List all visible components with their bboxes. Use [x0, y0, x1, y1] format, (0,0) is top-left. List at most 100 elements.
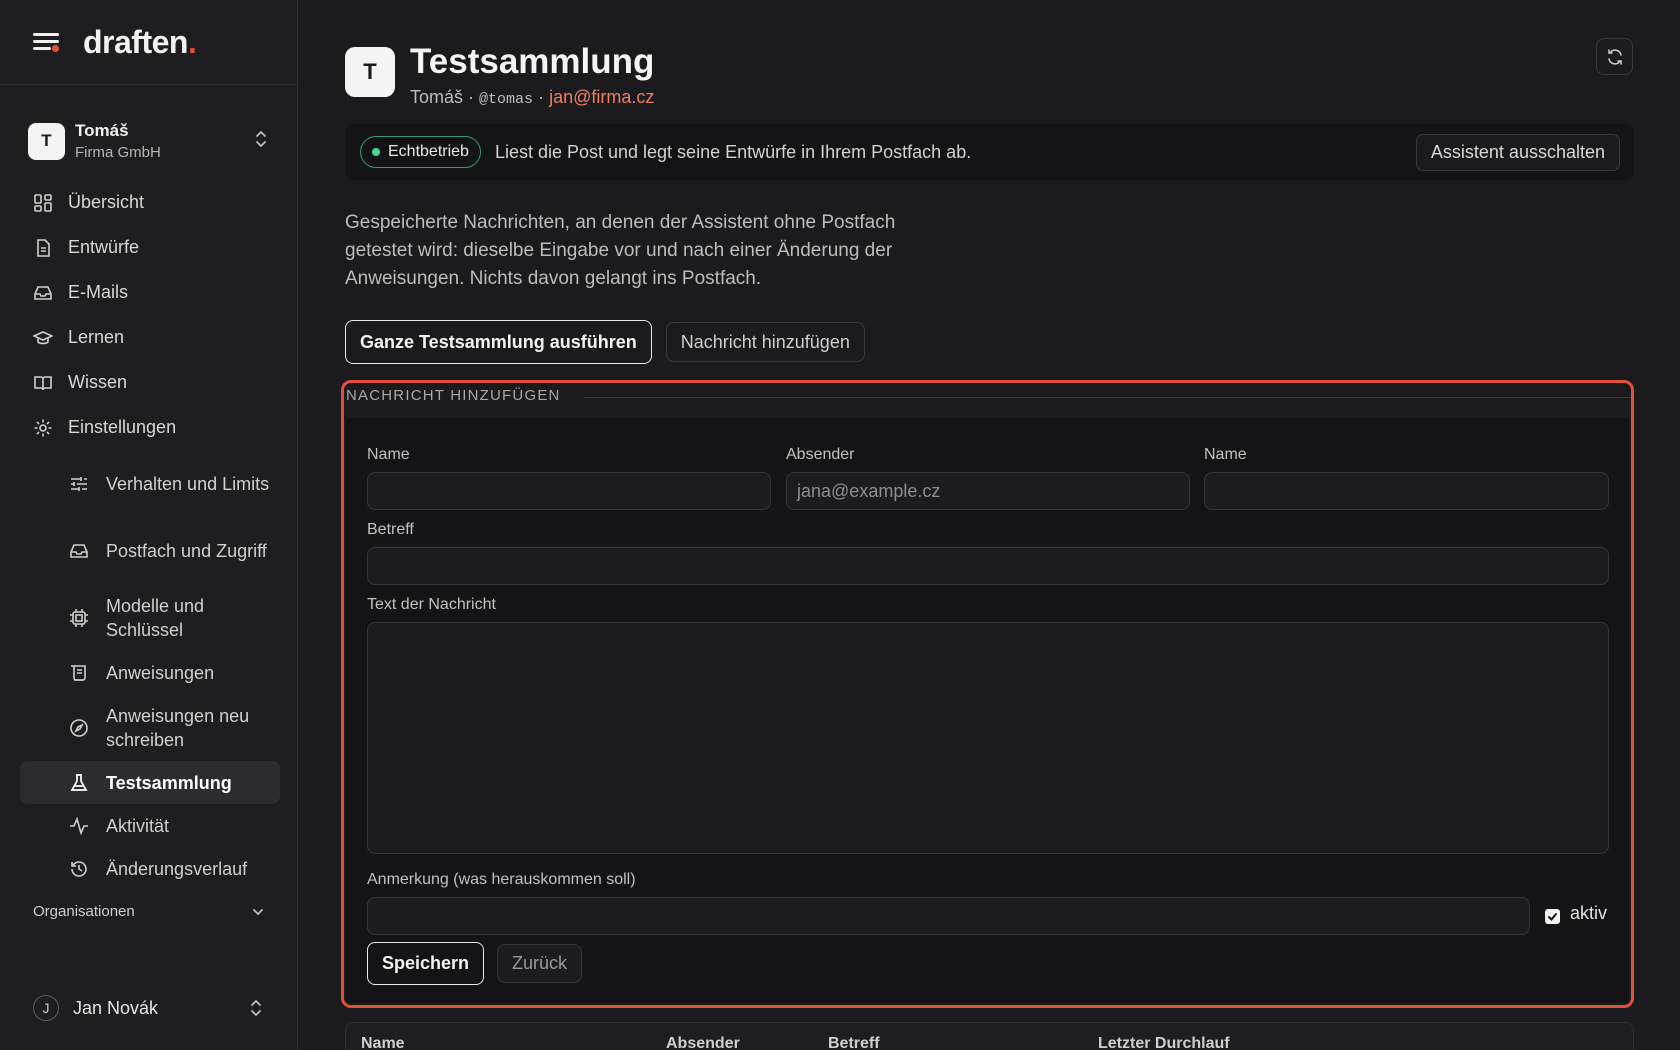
disable-assistant-button[interactable]: Assistent ausschalten: [1415, 134, 1620, 171]
nav-item-uebersicht[interactable]: Übersicht: [20, 180, 280, 225]
messages-table-header: Name Absender Betreff Letzter Durchlauf: [345, 1022, 1634, 1050]
nav-item-entwuerfe[interactable]: Entwürfe: [20, 225, 280, 270]
nav-item-label: Einstellungen: [68, 417, 177, 437]
logo: draften.: [83, 23, 197, 60]
nav-item-einstellungen[interactable]: Einstellungen: [20, 405, 280, 450]
document-icon: [32, 237, 54, 259]
column-header-name[interactable]: Name: [361, 1035, 405, 1050]
name-label: Name: [367, 446, 410, 463]
sender-label: Absender: [786, 446, 855, 463]
sidebar-item-label: Aktivität: [106, 815, 170, 836]
add-message-button[interactable]: Nachricht hinzufügen: [665, 322, 865, 362]
scroll-icon: [68, 662, 90, 684]
status-bar: Echtbetrieb Liest die Post und legt sein…: [345, 124, 1634, 180]
nav-item-wissen[interactable]: Wissen: [20, 360, 280, 405]
column-header-sender[interactable]: Absender: [666, 1035, 740, 1050]
sidebar-item-label: Modelle und Schlüssel: [106, 595, 205, 640]
account-avatar: T: [28, 122, 65, 160]
separator: ·: [538, 87, 545, 107]
sidebar: draften. T Tomáš Firma GmbH Übersicht En…: [0, 0, 298, 1050]
inbox-icon: [32, 282, 54, 304]
sidebar-item-modelle[interactable]: Modelle und Schlüssel: [20, 584, 280, 651]
nav-item-label: Entwürfe: [68, 237, 140, 257]
user-menu[interactable]: J Jan Novák: [33, 993, 265, 1023]
status-text: Liest die Post und legt seine Entwürfe i…: [494, 141, 972, 162]
sidebar-item-testsammlung[interactable]: Testsammlung: [20, 761, 280, 804]
account-switcher[interactable]: T Tomáš Firma GmbH: [28, 117, 270, 165]
main-nav: Übersicht Entwürfe E-Mails Lernen Wissen…: [20, 180, 280, 890]
chevron-updown-icon: [251, 1000, 261, 1016]
user-avatar: J: [33, 995, 59, 1021]
page-header: T Testsammlung Tomáš · @tomas · jan@firm…: [345, 42, 654, 108]
checkmark-icon: [1548, 913, 1557, 921]
account-name: Tomáš: [75, 121, 129, 140]
sidebar-item-label: Postfach und Zugriff: [106, 540, 267, 561]
active-checkbox[interactable]: [1545, 909, 1560, 924]
activity-icon: [68, 815, 90, 837]
save-button[interactable]: Speichern: [367, 942, 485, 985]
sidebar-item-label: Verhalten und Limits: [106, 473, 270, 494]
nav-item-label: E-Mails: [68, 282, 129, 302]
subject-label: Betreff: [367, 521, 414, 538]
column-header-subject[interactable]: Betreff: [828, 1035, 880, 1050]
user-handle: @tomas: [479, 91, 534, 108]
separator: ·: [468, 87, 475, 107]
nav-item-emails[interactable]: E-Mails: [20, 270, 280, 315]
sender-input[interactable]: jana@example.cz: [786, 472, 1190, 510]
history-icon: [68, 858, 90, 880]
owner-name: Tomáš: [410, 87, 464, 107]
email-link[interactable]: jan@firma.cz: [549, 87, 654, 107]
add-message-form: NACHRICHT HINZUFÜGEN Name Absender jana@…: [341, 380, 1634, 1008]
nav-item-lernen[interactable]: Lernen: [20, 315, 280, 360]
sidebar-item-label: Änderungsverlauf: [106, 858, 248, 879]
sidebar-item-label: Anweisungen neu schreiben: [106, 705, 250, 750]
account-org: Firma GmbH: [75, 144, 161, 161]
organisations-label: Organisationen: [33, 903, 135, 920]
sidebar-item-label: Anweisungen: [106, 662, 215, 683]
dashboard-icon: [32, 192, 54, 214]
sidebar-item-anweisungen[interactable]: Anweisungen: [20, 651, 280, 694]
menu-icon[interactable]: [33, 32, 59, 52]
sidebar-item-aenderungsverlauf[interactable]: Änderungsverlauf: [20, 847, 280, 890]
compass-icon: [68, 717, 90, 739]
note-input[interactable]: [367, 897, 1530, 935]
sidebar-item-verhalten[interactable]: Verhalten und Limits: [20, 450, 280, 517]
status-badge: Echtbetrieb: [360, 136, 481, 168]
sliders-icon: [68, 473, 90, 495]
graduation-cap-icon: [32, 327, 54, 349]
sidebar-item-postfach[interactable]: Postfach und Zugriff: [20, 517, 280, 584]
brand-bar: draften.: [0, 0, 297, 85]
refresh-icon: [1607, 48, 1622, 65]
run-suite-button[interactable]: Ganze Testsammlung ausführen: [345, 320, 652, 364]
flask-icon: [68, 772, 90, 794]
note-label: Anmerkung (was herauskommen soll): [367, 871, 636, 888]
back-button[interactable]: Zurück: [497, 944, 583, 983]
column-header-last-run[interactable]: Letzter Durchlauf: [1098, 1035, 1230, 1050]
organisations-toggle[interactable]: Organisationen: [33, 903, 265, 920]
refresh-button[interactable]: [1596, 38, 1633, 75]
chevron-updown-icon: [256, 131, 266, 147]
active-label: aktiv: [1570, 903, 1608, 923]
form-body: Name Absender jana@example.cz Name Betre…: [346, 418, 1629, 1003]
nav-item-label: Lernen: [68, 327, 125, 347]
intro-text: Gespeicherte Nachrichten, an denen der A…: [345, 212, 896, 289]
form-legend: NACHRICHT HINZUFÜGEN: [346, 387, 561, 404]
sidebar-item-aktivitaet[interactable]: Aktivität: [20, 804, 280, 847]
nav-item-label: Übersicht: [68, 192, 145, 212]
nav-item-label: Wissen: [68, 372, 128, 392]
legend-divider: [584, 397, 1631, 398]
gear-icon: [32, 417, 54, 439]
sidebar-item-label: Testsammlung: [106, 772, 232, 793]
page-avatar: T: [345, 47, 395, 97]
inbox-icon: [68, 540, 90, 562]
action-bar: Ganze Testsammlung ausführen Nachricht h…: [345, 320, 865, 364]
body-label: Text der Nachricht: [367, 596, 496, 613]
chevron-down-icon: [253, 908, 263, 915]
live-dot-icon: [372, 148, 380, 156]
page-subtitle: Tomáš · @tomas · jan@firma.cz: [410, 87, 654, 108]
sender-name-input[interactable]: [1204, 472, 1609, 510]
body-textarea[interactable]: [367, 622, 1609, 854]
sidebar-item-anweisungen-neu[interactable]: Anweisungen neu schreiben: [20, 694, 280, 761]
subject-input[interactable]: [367, 547, 1609, 585]
name-input[interactable]: [367, 472, 771, 510]
